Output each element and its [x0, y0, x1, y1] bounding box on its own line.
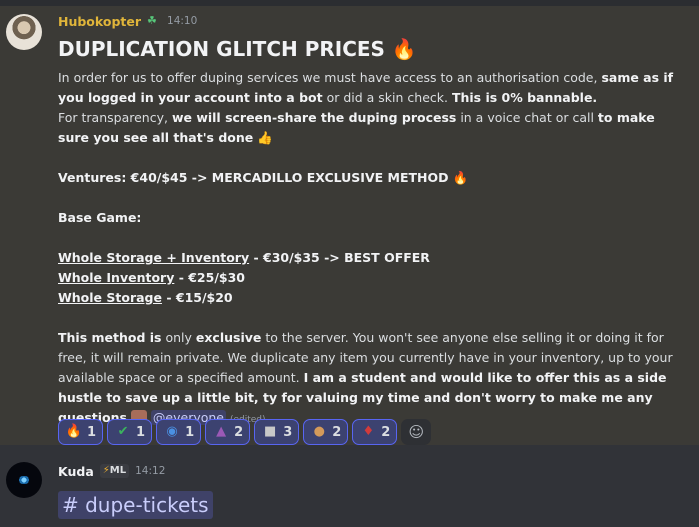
avatar[interactable]	[6, 462, 42, 498]
fire-icon: 🔥	[452, 170, 469, 185]
reaction-globe[interactable]: ◉ 1	[156, 419, 202, 445]
reaction-pixel-creature[interactable]: ▲ 2	[205, 419, 251, 445]
message-kuda[interactable]: Kuda ⚡ML 14:12 # dupe-tickets	[0, 445, 699, 527]
clover-badge-icon: ☘	[147, 14, 157, 27]
paragraph-method: This method is only exclusive to the ser…	[58, 330, 673, 425]
timestamp: 14:12	[135, 465, 166, 477]
price-line-storage-inventory: Whole Storage + Inventory - €30/$35 -> B…	[58, 250, 430, 265]
message-heading: DUPLICATION GLITCH PRICES 🔥	[58, 34, 688, 64]
robot-face-icon: ■	[264, 424, 277, 439]
reaction-red-hat-character[interactable]: ♦ 2	[352, 419, 398, 445]
reaction-count: 1	[136, 424, 146, 440]
channel-mention[interactable]: # dupe-tickets	[58, 491, 213, 519]
role-tag[interactable]: ⚡ML	[99, 464, 130, 478]
message-header: Hubokopter ☘ 14:10	[58, 11, 197, 31]
price-line-storage: Whole Storage - €15/$20	[58, 290, 233, 305]
reaction-check[interactable]: ✔ 1	[107, 419, 153, 445]
username[interactable]: Kuda	[58, 464, 94, 479]
fire-icon: 🔥	[391, 37, 417, 61]
timestamp: 14:10	[167, 15, 198, 27]
message-content: DUPLICATION GLITCH PRICES 🔥 In order for…	[58, 34, 688, 430]
reaction-fire[interactable]: 🔥 1	[58, 419, 104, 445]
reaction-count: 3	[283, 424, 293, 440]
reaction-count: 2	[234, 424, 244, 440]
reaction-count: 2	[381, 424, 391, 440]
paragraph-auth: In order for us to offer duping services…	[58, 70, 674, 105]
eye-icon	[17, 476, 31, 484]
add-reaction-icon[interactable]: ☺	[401, 419, 432, 445]
reaction-robot-face[interactable]: ■ 3	[254, 419, 300, 445]
reaction-count: 1	[185, 424, 195, 440]
character-face-icon: ●	[313, 424, 325, 439]
reaction-character-face[interactable]: ● 2	[303, 419, 349, 445]
globe-icon: ◉	[166, 424, 178, 439]
reaction-count: 2	[332, 424, 342, 440]
lightning-icon: ⚡	[102, 465, 110, 476]
red-hat-character-icon: ♦	[362, 424, 375, 439]
paragraph-transparency: For transparency, we will screen-share t…	[58, 110, 655, 145]
ventures-line: Ventures: €40/$45 -> MERCADILLO EXCLUSIV…	[58, 168, 688, 188]
reaction-count: 1	[87, 424, 97, 440]
avatar[interactable]	[6, 14, 42, 50]
check-icon: ✔	[117, 424, 129, 439]
username[interactable]: Hubokopter	[58, 14, 141, 29]
pixel-creature-icon: ▲	[216, 424, 227, 439]
message-hubokopter[interactable]: Hubokopter ☘ 14:10 DUPLICATION GLITCH PR…	[0, 6, 699, 445]
price-line-inventory: Whole Inventory - €25/$30	[58, 270, 245, 285]
reaction-bar: 🔥 1 ✔ 1 ◉ 1 ▲ 2 ■ 3 ● 2 ♦ 2 ☺	[58, 419, 432, 445]
thumbs-up-icon: 👍	[257, 130, 273, 145]
fire-icon: 🔥	[65, 424, 83, 439]
base-game-label: Base Game:	[58, 210, 142, 225]
message-header: Kuda ⚡ML 14:12	[58, 461, 165, 481]
